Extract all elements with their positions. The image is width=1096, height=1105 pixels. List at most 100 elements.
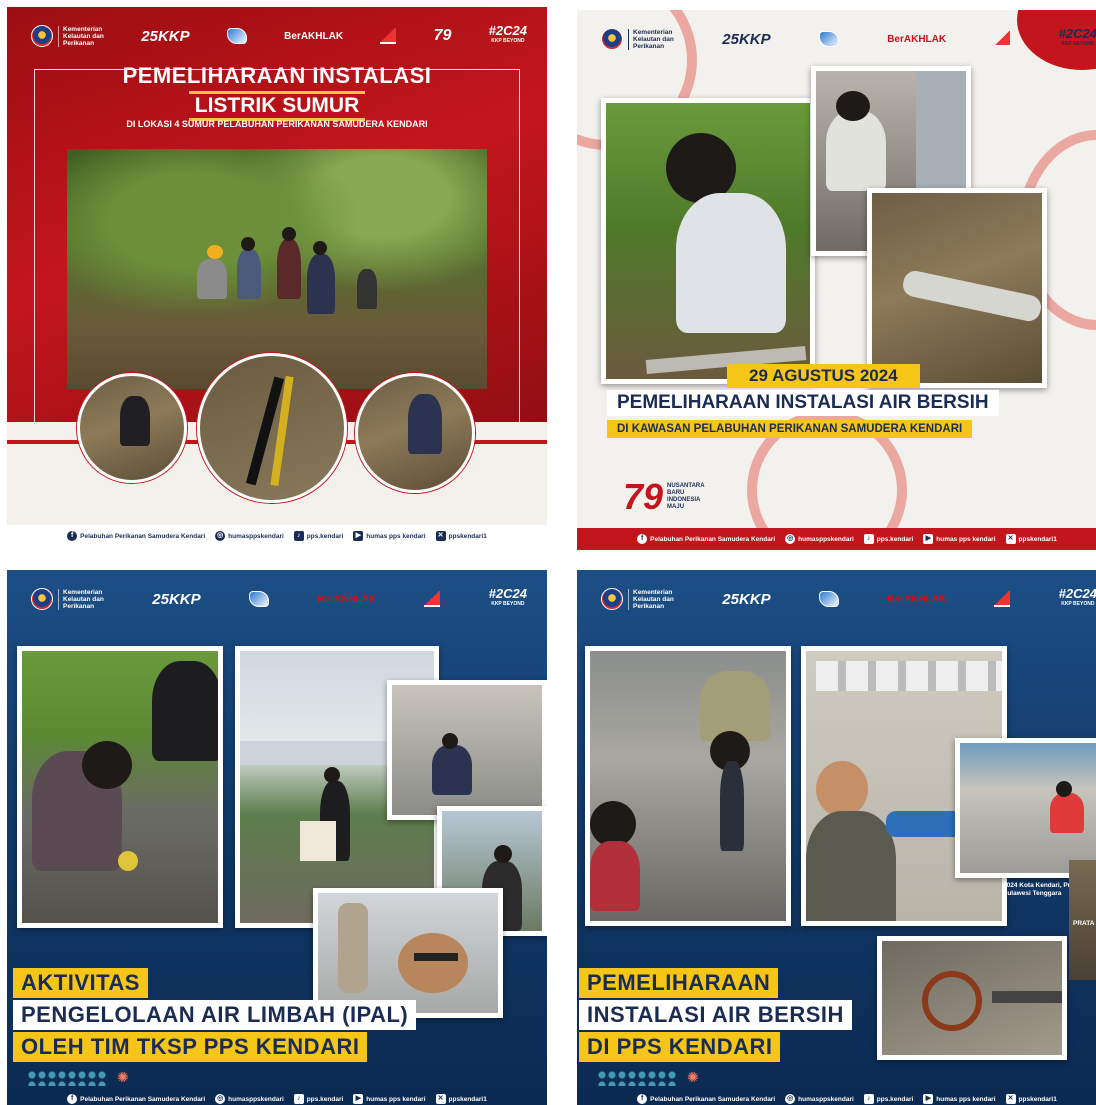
kkp-text: Kementerian Kelautan dan Perikanan [58,588,104,610]
facebook-link[interactable]: f Pelabuhan Perikanan Samudera Kendari [67,1094,205,1104]
caption-line-1: PEMELIHARAAN [579,968,779,998]
kkp-emblem-icon [31,25,53,47]
logo-2c24: #2C24 KKP BEYOND [488,23,527,44]
coral-decoration: ✺ [117,1069,129,1085]
youtube-link[interactable]: ▶ humas pps kendari [923,1094,996,1104]
x-icon: ✕ [435,1094,446,1104]
tiktok-link[interactable]: ♪ pps.kendari [863,1094,913,1104]
tiktok-link[interactable]: ♪ pps.kendari [293,1094,343,1104]
logo-25-kkp: 25KKP [722,30,771,48]
instagram-link[interactable]: ◎ humasppskendari [215,531,284,541]
instagram-link[interactable]: ◎ humasppskendari [785,534,854,544]
facebook-link[interactable]: f Pelabuhan Perikanan Samudera Kendari [637,1094,775,1104]
youtube-icon: ▶ [353,1094,364,1104]
instagram-icon: ◎ [785,534,796,544]
social-footer: f Pelabuhan Perikanan Samudera Kendari ◎ h… [577,528,1096,550]
social-footer: f Pelabuhan Perikanan Samudera Kendari ◎ h… [577,1088,1096,1105]
tiktok-icon: ♪ [863,1094,874,1104]
post-title-highlight: LISTRIK SUMUR [7,91,547,121]
youtube-link[interactable]: ▶ humas pps kendari [353,1094,426,1104]
kkp-emblem-icon [601,28,623,50]
photo-pipe-water[interactable] [867,188,1047,388]
tiktok-link[interactable]: ♪ pps.kendari [863,534,913,544]
youtube-icon: ▶ [923,534,934,544]
kkp-logo: Kementerian Kelautan dan Perikanan [601,588,674,610]
photo-edge-right[interactable]: PRATA [1069,860,1096,980]
x-icon: ✕ [435,531,446,541]
logo-berakhlak: BerAKHLAK [887,33,947,45]
bubble-decoration [27,1070,107,1086]
tiktok-link[interactable]: ♪ pps.kendari [293,531,343,541]
circle-photo-2[interactable] [197,353,347,503]
post-ipal[interactable]: Kementerian Kelautan dan Perikanan 25KKP… [7,570,547,1105]
facebook-icon: f [67,1094,78,1104]
photo-worker-pipe-tape[interactable] [17,646,223,928]
post-air-bersih-kawasan[interactable]: Kementerian Kelautan dan Perikanan 25KKP… [577,10,1096,550]
post-subtitle: DI KAWASAN PELABUHAN PERIKANAN SAMUDERA … [607,420,973,438]
logo-bar: Kementerian Kelautan dan Perikanan 25KKP… [601,22,1096,56]
logo-2c24: #2C24 KKP BEYOND [1058,586,1096,607]
facebook-icon: f [637,534,648,544]
youtube-icon: ▶ [923,1094,934,1104]
caption-line-2: PENGELOLAAN AIR LIMBAH (IPAL) [13,1000,417,1030]
djpt-logo-icon [994,591,1011,607]
caption-line-2: INSTALASI AIR BERSIH [579,1000,852,1030]
instagram-link[interactable]: ◎ humasppskendari [215,1094,284,1104]
youtube-link[interactable]: ▶ humas pps kendari [923,534,996,544]
logo-79: 79 [433,27,452,44]
x-link[interactable]: ✕ ppskendari1 [435,1094,487,1104]
fish-logo-icon [226,28,247,44]
x-link[interactable]: ✕ ppskendari1 [1005,1094,1057,1104]
circle-photo-1[interactable] [77,373,187,483]
youtube-icon: ▶ [353,531,364,541]
logo-25-kkp: 25KKP [141,27,190,45]
x-link[interactable]: ✕ ppskendari1 [1005,534,1057,544]
kkp-text: Kementerian Kelautan dan Perikanan [628,28,674,50]
logo-25-kkp: 25KKP [722,590,771,608]
bubble-decoration [597,1070,677,1086]
caption-line-1: AKTIVITAS [13,968,148,998]
kkp-emblem-icon [31,588,53,610]
anniversary-number: 79 [623,476,664,517]
post-date: 29 AGUSTUS 2024 [727,364,920,388]
kkp-text: Kementerian Kelautan dan Perikanan [58,25,104,47]
post-subtitle: DI LOKASI 4 SUMUR PELABUHAN PERIKANAN SA… [126,119,428,129]
photo-worker-pipe[interactable] [601,98,815,384]
instagram-icon: ◎ [215,1094,226,1104]
post-air-bersih-pps[interactable]: Kementerian Kelautan dan Perikanan 25KKP… [577,570,1096,1105]
kkp-logo: Kementerian Kelautan dan Perikanan [31,588,104,610]
post-listrik-sumur[interactable]: Kementerian Kelautan dan Perikanan 25KKP… [7,7,547,547]
fish-logo-icon [818,31,839,47]
fish-logo-icon [248,591,269,607]
kkp-logo: Kementerian Kelautan dan Perikanan [31,25,104,47]
instagram-icon: ◎ [215,531,226,541]
youtube-link[interactable]: ▶ humas pps kendari [353,531,426,541]
photo-worker-crouch[interactable] [387,680,547,820]
djpt-logo-icon [994,31,1011,47]
x-icon: ✕ [1005,1094,1016,1104]
tiktok-icon: ♪ [863,534,874,544]
kkp-emblem-icon [601,588,623,610]
logo-bar: Kementerian Kelautan dan Perikanan 25KKP… [601,582,1096,616]
x-link[interactable]: ✕ ppskendari1 [435,531,487,541]
post-title: PEMELIHARAAN INSTALASI AIR BERSIH [607,390,999,416]
logo-2c24: #2C24 KKP BEYOND [1058,26,1096,47]
photo-worker-closeup[interactable] [313,888,503,1018]
instagram-icon: ◎ [785,1094,796,1104]
logo-25-kkp: 25KKP [152,590,201,608]
facebook-link[interactable]: f Pelabuhan Perikanan Samudera Kendari [637,534,775,544]
facebook-icon: f [67,531,78,541]
instagram-link[interactable]: ◎ humasppskendari [785,1094,854,1104]
circle-photo-3[interactable] [355,373,475,493]
facebook-link[interactable]: f Pelabuhan Perikanan Samudera Kendari [67,531,205,541]
nusantara-anniversary-logo: 79 NUSANTARA BARU INDONESIA MAJU [623,476,707,518]
logo-bar: Kementerian Kelautan dan Perikanan 25KKP… [31,582,527,616]
caption-line-3: DI PPS KENDARI [579,1032,781,1062]
photo-broken-pipe[interactable] [877,936,1067,1060]
djpt-logo-icon [380,28,397,44]
photo-worker-writing[interactable] [955,738,1096,878]
photo-edge-caption: PRATA [1073,920,1095,927]
photo-worker-bending[interactable] [585,646,791,926]
logo-berakhlak: BerAKHLAK [284,30,344,42]
coral-decoration: ✺ [687,1069,699,1085]
